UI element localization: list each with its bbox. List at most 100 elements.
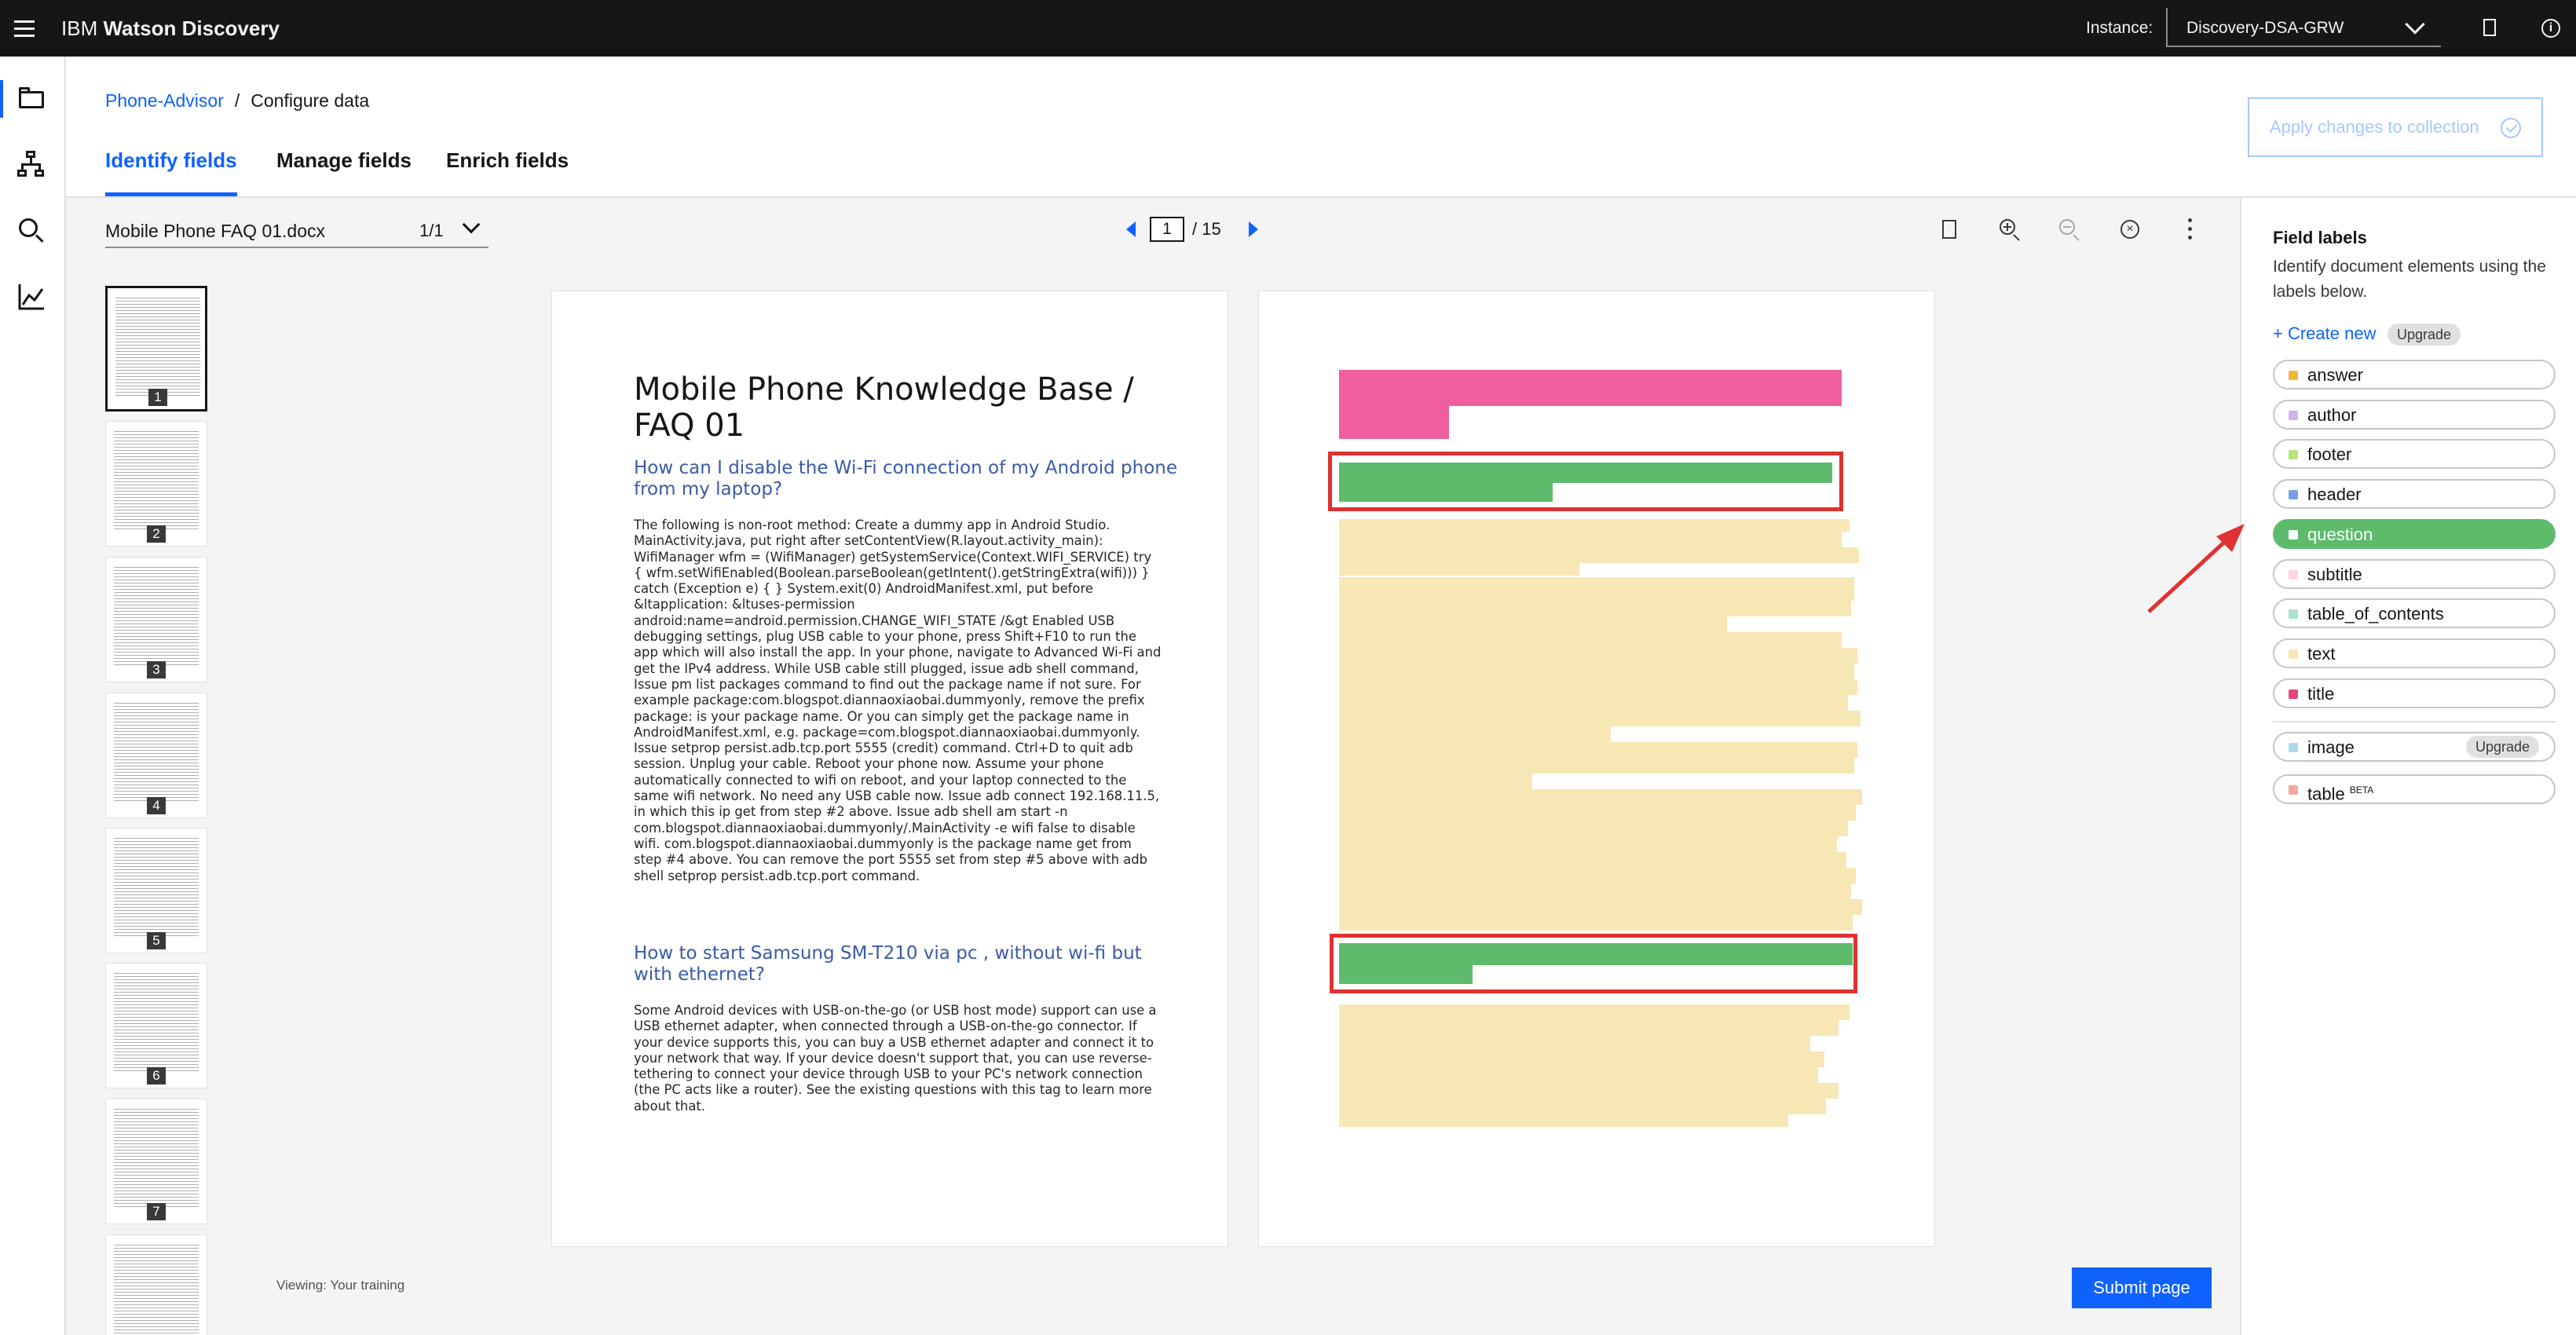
create-new-label-link[interactable]: + Create new: [2273, 322, 2376, 346]
previous-page-icon[interactable]: [1126, 221, 1136, 237]
thumbnail-number: 5: [147, 932, 166, 949]
title-label-block[interactable]: [1339, 406, 1449, 439]
search-icon[interactable]: [13, 212, 50, 250]
zoom-in-icon[interactable]: [1993, 214, 2025, 245]
text-label-block[interactable]: [1339, 852, 1846, 868]
label-table-of-contents[interactable]: table_of_contents: [2273, 598, 2556, 628]
hierarchy-icon[interactable]: [13, 146, 50, 184]
page-thumbnail[interactable]: 1: [105, 286, 207, 411]
text-label-block[interactable]: [1339, 577, 1854, 601]
tab-enrich-fields[interactable]: Enrich fields: [446, 138, 569, 196]
text-label-block[interactable]: [1339, 632, 1842, 648]
page-thumbnail[interactable]: 6: [105, 963, 207, 1088]
document-icon[interactable]: [2477, 16, 2502, 41]
page-thumbnail[interactable]: 7: [105, 1099, 207, 1224]
label-header[interactable]: header: [2273, 479, 2556, 509]
text-label-block[interactable]: [1339, 695, 1848, 711]
instance-value: Discovery-DSA-GRW: [2186, 19, 2344, 37]
color-swatch: [2289, 411, 2298, 420]
text-label-block[interactable]: [1339, 789, 1862, 805]
zoom-out-icon[interactable]: [2053, 214, 2084, 245]
text-label-block[interactable]: [1339, 679, 1857, 695]
color-swatch: [2289, 689, 2298, 699]
label-answer[interactable]: answer: [2273, 360, 2556, 390]
text-label-block[interactable]: [1339, 616, 1727, 632]
text-label-block[interactable]: [1339, 1004, 1850, 1020]
next-page-icon[interactable]: [1249, 221, 1258, 237]
question-heading: How can I disable the Wi-Fi connection o…: [634, 458, 1178, 499]
tab-manage-fields[interactable]: Manage fields: [276, 138, 412, 196]
text-label-block[interactable]: [1339, 758, 1854, 774]
text-label-block[interactable]: [1339, 648, 1857, 664]
text-label-block[interactable]: [1339, 601, 1851, 616]
label-table[interactable]: table BETA: [2273, 774, 2556, 804]
text-label-block[interactable]: [1339, 711, 1861, 726]
file-name: Mobile Phone FAQ 01.docx: [105, 221, 325, 241]
label-name: text: [2307, 644, 2336, 664]
text-label-block[interactable]: [1339, 519, 1850, 532]
label-question[interactable]: question: [2273, 519, 2556, 549]
highlight-box: [1328, 452, 1843, 511]
text-label-block[interactable]: [1339, 836, 1837, 852]
text-label-block[interactable]: [1339, 821, 1848, 836]
menu-icon[interactable]: [14, 16, 35, 41]
text-label-block[interactable]: [1339, 899, 1862, 915]
panel-description: Identify document elements using the lab…: [2273, 258, 2546, 301]
main-workspace: Mobile Phone FAQ 01.docx 1/1 1 / 15 × 1 …: [66, 196, 2240, 1335]
instance-dropdown[interactable]: Discovery-DSA-GRW: [2166, 8, 2441, 47]
page-thumbnail[interactable]: 5: [105, 828, 207, 953]
top-navigation-bar: IBM Watson Discovery Instance: Discovery…: [0, 0, 2576, 57]
text-label-block[interactable]: [1339, 1020, 1839, 1036]
breadcrumb: Phone-Advisor / Configure data: [105, 88, 369, 113]
text-label-block[interactable]: [1339, 1036, 1810, 1052]
label-text[interactable]: text: [2273, 638, 2556, 668]
overflow-menu-icon[interactable]: [2174, 214, 2205, 245]
color-swatch: [2289, 570, 2298, 580]
analytics-icon[interactable]: [13, 278, 50, 316]
upgrade-tag[interactable]: Upgrade: [2388, 324, 2461, 346]
breadcrumb-project-link[interactable]: Phone-Advisor: [105, 90, 224, 111]
info-icon[interactable]: i: [2538, 16, 2563, 41]
label-footer[interactable]: footer: [2273, 439, 2556, 469]
text-label-block[interactable]: [1339, 742, 1857, 758]
page-thumbnail[interactable]: 8: [105, 1234, 207, 1335]
title-label-block[interactable]: [1339, 370, 1842, 406]
text-label-block[interactable]: [1339, 915, 1853, 931]
document-view-icon[interactable]: [1934, 214, 1965, 245]
text-label-block[interactable]: [1339, 547, 1859, 563]
text-label-block[interactable]: [1339, 1114, 1788, 1127]
text-label-block[interactable]: [1339, 563, 1579, 576]
text-label-block[interactable]: [1339, 1052, 1824, 1067]
submit-page-button[interactable]: Submit page: [2072, 1267, 2212, 1308]
text-label-block[interactable]: [1339, 1067, 1818, 1083]
label-author[interactable]: author: [2273, 400, 2556, 430]
label-subtitle[interactable]: subtitle: [2273, 559, 2556, 589]
page-thumbnail[interactable]: 2: [105, 421, 207, 547]
label-image[interactable]: image Upgrade: [2273, 732, 2556, 762]
viewing-status: Viewing: Your training: [276, 1278, 405, 1293]
text-label-block[interactable]: [1339, 774, 1532, 789]
apply-changes-button[interactable]: Apply changes to collection: [2248, 97, 2543, 157]
brand-name: Watson Discovery: [103, 16, 280, 40]
text-label-block[interactable]: [1339, 1083, 1839, 1099]
thumbnail-number: 1: [148, 389, 167, 406]
color-swatch: [2289, 371, 2298, 380]
text-label-block[interactable]: [1339, 1099, 1826, 1114]
text-label-block[interactable]: [1339, 726, 1611, 742]
text-label-block[interactable]: [1339, 664, 1854, 679]
tab-identify-fields[interactable]: Identify fields: [105, 138, 237, 196]
text-label-block[interactable]: [1339, 868, 1856, 883]
page-thumbnail[interactable]: 4: [105, 693, 207, 818]
product-name[interactable]: IBM Watson Discovery: [61, 14, 280, 42]
page-thumbnail[interactable]: 3: [105, 557, 207, 682]
folder-icon[interactable]: [0, 80, 50, 118]
file-dropdown[interactable]: Mobile Phone FAQ 01.docx 1/1: [105, 212, 488, 248]
clear-icon[interactable]: ×: [2114, 214, 2146, 245]
file-count: 1/1: [419, 221, 444, 240]
text-label-block[interactable]: [1339, 883, 1851, 899]
upgrade-tag[interactable]: Upgrade: [2466, 736, 2540, 758]
text-label-block[interactable]: [1339, 805, 1856, 821]
page-number-input[interactable]: 1: [1150, 217, 1184, 242]
label-title[interactable]: title: [2273, 678, 2556, 708]
text-label-block[interactable]: [1339, 532, 1842, 547]
